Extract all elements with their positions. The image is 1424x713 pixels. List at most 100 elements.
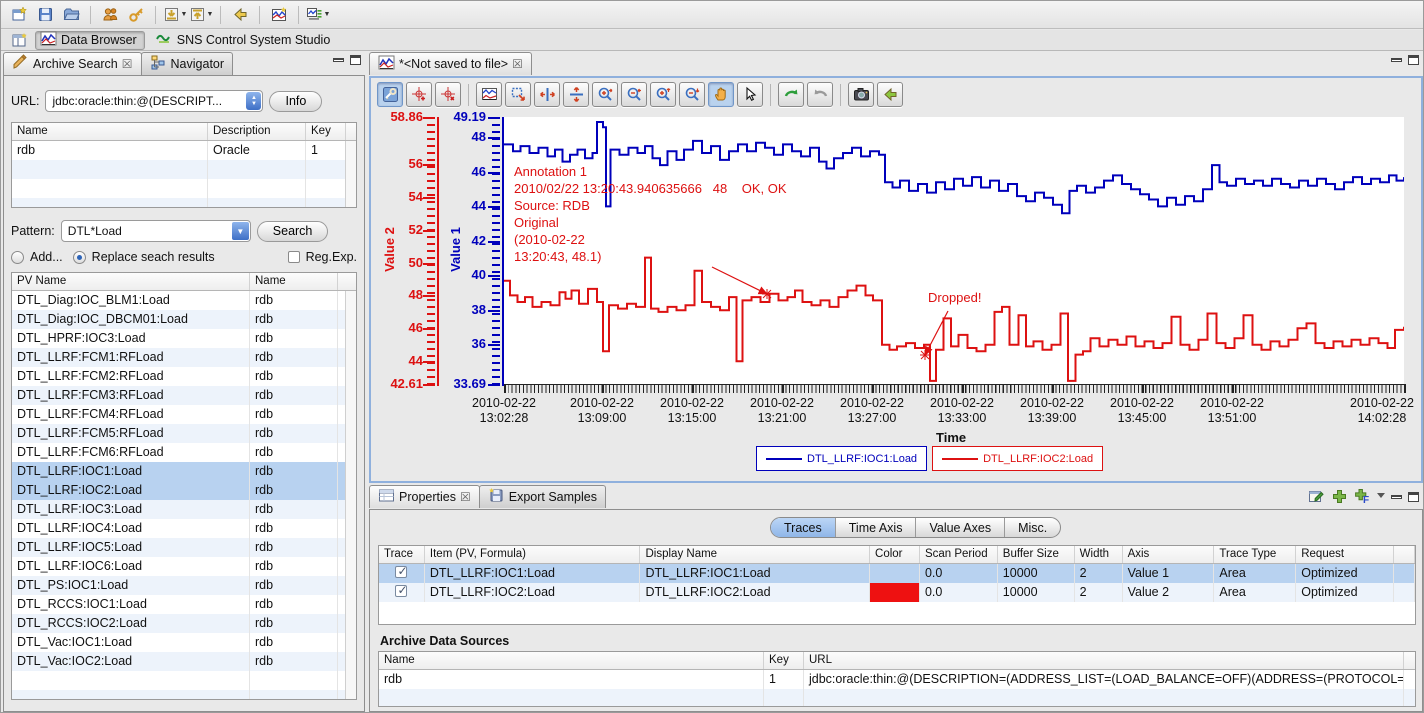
- chart-menu-button[interactable]: ▼: [306, 4, 330, 26]
- replace-radio[interactable]: [73, 251, 86, 264]
- tab-editor-plot[interactable]: *<Not saved to file> ☒: [369, 52, 532, 75]
- annotation-1-label[interactable]: Annotation 1 2010/02/22 13:20:43.9406356…: [514, 163, 787, 265]
- column-header[interactable]: Name: [379, 652, 764, 669]
- table-row[interactable]: DTL_LLRF:FCM5:RFLoadrdb: [12, 424, 356, 443]
- add-radio[interactable]: [11, 251, 24, 264]
- table-row[interactable]: DTL_LLRF:FCM4:RFLoadrdb: [12, 405, 356, 424]
- table-row[interactable]: DTL_LLRF:IOC2:Loadrdb: [12, 481, 356, 500]
- subtab-misc[interactable]: Misc.: [1005, 518, 1060, 537]
- close-icon[interactable]: ☒: [460, 492, 471, 502]
- subtab-value-axes[interactable]: Value Axes: [916, 518, 1005, 537]
- x-axis-title[interactable]: Time: [936, 430, 966, 445]
- column-header[interactable]: Key: [306, 123, 346, 140]
- table-row[interactable]: DTL_Vac:IOC2:Loadrdb: [12, 652, 356, 671]
- zoom-out-vertical-button[interactable]: [679, 82, 705, 107]
- remove-markers-button[interactable]: [877, 82, 903, 107]
- table-row[interactable]: rdbOracle1: [12, 141, 356, 160]
- maximize-icon[interactable]: [1408, 55, 1419, 65]
- table-row[interactable]: DTL_LLRF:IOC5:Loadrdb: [12, 538, 356, 557]
- table-row[interactable]: DTL_LLRF:IOC4:Loadrdb: [12, 519, 356, 538]
- zoom-in-vertical-button[interactable]: [650, 82, 676, 107]
- table-row[interactable]: DTL_LLRF:IOC6:Loadrdb: [12, 557, 356, 576]
- info-button[interactable]: Info: [269, 91, 322, 112]
- trace-visible-checkbox[interactable]: [395, 585, 407, 597]
- open-folder-button[interactable]: [59, 4, 83, 26]
- pointer-button[interactable]: [737, 82, 763, 107]
- trace-row[interactable]: DTL_LLRF:IOC2:LoadDTL_LLRF:IOC2:Load0.01…: [379, 583, 1415, 602]
- table-row[interactable]: DTL_LLRF:IOC3:Loadrdb: [12, 500, 356, 519]
- close-icon[interactable]: ☒: [512, 59, 523, 69]
- tab-export-samples[interactable]: Export Samples: [479, 485, 606, 508]
- expand-vertical-button[interactable]: [563, 82, 589, 107]
- data-source-row[interactable]: rdb1jdbc:oracle:thin:@(DESCRIPTION=(ADDR…: [379, 670, 1415, 689]
- redo-button[interactable]: [807, 82, 833, 107]
- new-chart-button[interactable]: [267, 4, 291, 26]
- subtab-traces[interactable]: Traces: [771, 518, 836, 537]
- users-button[interactable]: [98, 4, 122, 26]
- column-header[interactable]: URL: [804, 652, 1404, 669]
- legend-item[interactable]: DTL_LLRF:IOC2:Load: [932, 446, 1103, 471]
- zoom-in-horizontal-button[interactable]: [592, 82, 618, 107]
- table-row[interactable]: DTL_Vac:IOC1:Loadrdb: [12, 633, 356, 652]
- expand-horizontal-button[interactable]: [534, 82, 560, 107]
- column-header[interactable]: PV Name: [12, 273, 250, 290]
- save-button[interactable]: [33, 4, 57, 26]
- add-pv-icon[interactable]: [1331, 488, 1348, 505]
- column-header[interactable]: Color: [870, 546, 920, 563]
- import-button[interactable]: ▼: [163, 4, 187, 26]
- export-button[interactable]: ▼: [189, 4, 213, 26]
- table-row[interactable]: DTL_LLRF:IOC1:Loadrdb: [12, 462, 356, 481]
- rubberband-zoom-button[interactable]: [505, 82, 531, 107]
- configure-button[interactable]: [377, 82, 403, 107]
- key-button[interactable]: [124, 4, 148, 26]
- dropped-label[interactable]: Dropped!: [928, 289, 981, 306]
- column-header[interactable]: Request: [1296, 546, 1394, 563]
- column-header[interactable]: Name: [250, 273, 338, 290]
- search-button[interactable]: Search: [257, 221, 329, 242]
- perspective-sns-control-system-studio[interactable]: SNS Control System Studio: [151, 31, 339, 50]
- trace-visible-cell[interactable]: [379, 583, 425, 602]
- open-perspective-icon[interactable]: [9, 29, 29, 51]
- regexp-checkbox[interactable]: [288, 251, 300, 263]
- perspective-data-browser[interactable]: Data Browser: [35, 31, 145, 50]
- close-icon[interactable]: ☒: [122, 59, 133, 69]
- table-row[interactable]: DTL_RCCS:IOC2:Loadrdb: [12, 614, 356, 633]
- legend-item[interactable]: DTL_LLRF:IOC1:Load: [756, 446, 927, 471]
- snapshot-button[interactable]: [848, 82, 874, 107]
- minimize-icon[interactable]: [1391, 58, 1402, 62]
- pan-button[interactable]: [708, 82, 734, 107]
- table-row[interactable]: DTL_LLRF:FCM2:RFLoadrdb: [12, 367, 356, 386]
- table-row[interactable]: DTL_LLRF:FCM6:RFLoadrdb: [12, 443, 356, 462]
- new-window-button[interactable]: [7, 4, 31, 26]
- column-header[interactable]: Axis: [1123, 546, 1215, 563]
- maximize-icon[interactable]: [1408, 492, 1419, 502]
- minimize-icon[interactable]: [333, 58, 344, 62]
- add-formula-icon[interactable]: F: [1354, 488, 1371, 505]
- table-row[interactable]: DTL_LLRF:FCM1:RFLoadrdb: [12, 348, 356, 367]
- view-menu-icon[interactable]: [1377, 493, 1385, 498]
- table-row[interactable]: DTL_Diag:IOC_BLM1:Loadrdb: [12, 291, 356, 310]
- trace-row[interactable]: DTL_LLRF:IOC1:LoadDTL_LLRF:IOC1:Load0.01…: [379, 564, 1415, 583]
- remove-annotation-button[interactable]: [435, 82, 461, 107]
- minimize-icon[interactable]: [1391, 495, 1402, 499]
- table-row[interactable]: DTL_PS:IOC1:Loadrdb: [12, 576, 356, 595]
- trace-visible-checkbox[interactable]: [395, 566, 407, 578]
- tab-navigator[interactable]: Navigator: [141, 52, 234, 75]
- pattern-combo[interactable]: DTL*Load ▼: [61, 220, 251, 242]
- scrollbar[interactable]: [345, 141, 356, 207]
- zoom-out-horizontal-button[interactable]: [621, 82, 647, 107]
- column-header[interactable]: Scan Period: [920, 546, 998, 563]
- back-button[interactable]: [228, 4, 252, 26]
- tab-archive-search[interactable]: Archive Search ☒: [3, 52, 142, 75]
- table-row[interactable]: DTL_HPRF:IOC3:Loadrdb: [12, 329, 356, 348]
- maximize-icon[interactable]: [350, 55, 361, 65]
- scrollbar[interactable]: [345, 291, 356, 699]
- column-header[interactable]: Item (PV, Formula): [425, 546, 641, 563]
- subtab-time-axis[interactable]: Time Axis: [836, 518, 917, 537]
- add-annotation-button[interactable]: [406, 82, 432, 107]
- url-dropdown[interactable]: jdbc:oracle:thin:@(DESCRIPT... ▲▼: [45, 90, 263, 112]
- column-header[interactable]: Trace Type: [1214, 546, 1296, 563]
- column-header[interactable]: Trace: [379, 546, 425, 563]
- stagger-axes-button[interactable]: [476, 82, 502, 107]
- column-header[interactable]: Width: [1075, 546, 1123, 563]
